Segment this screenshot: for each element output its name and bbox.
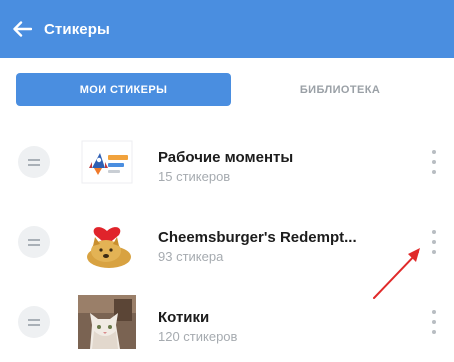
more-vertical-icon[interactable] (426, 150, 442, 174)
sticker-set-count: 120 стикеров (158, 329, 238, 344)
list-item[interactable]: Рабочие моменты 15 стикеров (0, 122, 454, 202)
drag-handle-icon[interactable] (18, 226, 50, 258)
sticker-set-name: Cheemsburger's Redempt... (158, 229, 357, 246)
more-vertical-icon[interactable] (426, 310, 442, 334)
sticker-set-count: 93 стикера (158, 249, 224, 264)
arrow-left-icon (13, 21, 32, 37)
back-button[interactable] (0, 0, 44, 58)
page-title: Стикеры (44, 20, 110, 38)
cat-photo-sticker-icon (78, 295, 136, 349)
sticker-set-name: Котики (158, 309, 210, 326)
sticker-set-name: Рабочие моменты (158, 149, 294, 166)
top-bar: Стикеры (0, 0, 454, 58)
drag-handle-icon[interactable] (18, 306, 50, 338)
tab-bar: МОИ СТИКЕРЫ БИБЛИОТЕКА (0, 58, 454, 122)
tab-library[interactable]: БИБЛИОТЕКА (240, 73, 440, 106)
drag-handle-icon[interactable] (18, 146, 50, 178)
sticker-set-count: 15 стикеров (158, 169, 231, 184)
cheems-dog-heart-sticker-icon (78, 215, 136, 269)
rocket-sticker-icon (78, 135, 136, 189)
more-vertical-icon[interactable] (426, 230, 442, 254)
tab-my-stickers[interactable]: МОИ СТИКЕРЫ (16, 73, 231, 106)
annotation-arrow-icon (373, 248, 420, 299)
